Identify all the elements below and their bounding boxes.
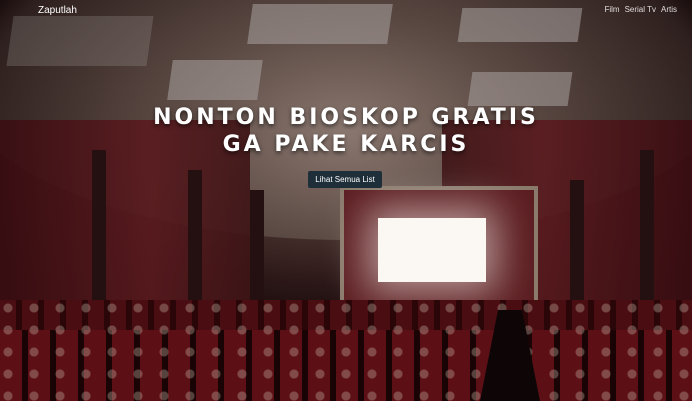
wall-pillar: [250, 190, 264, 300]
ceiling-panel: [467, 72, 573, 106]
nav-link-serial-tv[interactable]: Serial Tv: [625, 5, 656, 14]
hero-headline: NONTON BIOSKOP GRATIS GA PAKE KARCIS: [0, 104, 692, 158]
brand-logo[interactable]: Zaputlah: [38, 5, 77, 16]
wall-pillar: [640, 150, 654, 310]
cinema-screen: [378, 218, 486, 282]
ceiling-panel: [6, 16, 154, 66]
hero-headline-line2: GA PAKE KARCIS: [222, 132, 470, 157]
view-all-list-button[interactable]: Lihat Semua List: [308, 171, 382, 188]
nav-menu: Film Serial Tv Artis: [604, 5, 677, 14]
wall-pillar: [188, 170, 202, 310]
nav-link-film[interactable]: Film: [604, 5, 619, 14]
wall-pillar: [92, 150, 106, 320]
navbar: Zaputlah Film Serial Tv Artis: [0, 0, 692, 22]
wall-pillar: [570, 180, 584, 310]
nav-link-artis[interactable]: Artis: [661, 5, 677, 14]
ceiling-panel: [167, 60, 263, 100]
audience: [0, 300, 692, 401]
hero-headline-line1: NONTON BIOSKOP GRATIS: [153, 105, 539, 130]
hero-background-image: [0, 0, 692, 401]
